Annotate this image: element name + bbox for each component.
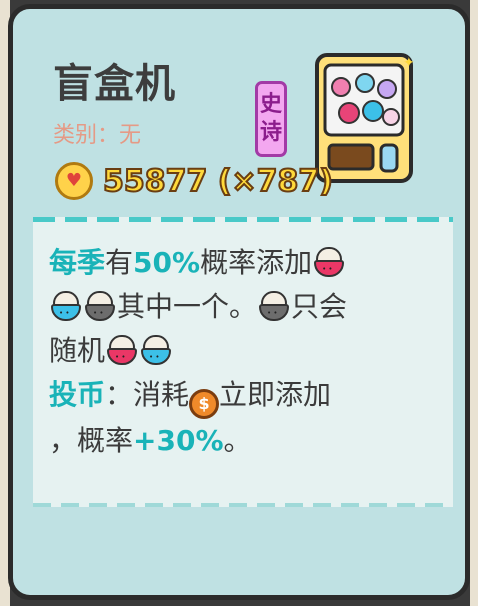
item-card: 盲盒机 类别：无 史 诗 ✦ ♥ 55877 (×787) 每季有50%概率添加… (8, 4, 470, 600)
desc-text: ：消耗 (105, 378, 190, 411)
dollar-coin-icon: $ (189, 389, 220, 419)
bowl-icon: • • (84, 290, 116, 322)
bowl-icon: • • (50, 290, 82, 322)
desc-text: 。 (223, 424, 252, 457)
keyword-bonus-percent: +30% (133, 424, 224, 457)
keyword-percent: 50% (133, 246, 201, 279)
dashed-divider-bottom (33, 503, 453, 507)
description-text: 每季有50%概率添加 • • • • • • 其中一个。 • • 只会 随机 • • • • … (49, 241, 441, 463)
bowl-icon: • • (313, 246, 345, 278)
desc-text: ，概率 (49, 424, 134, 457)
item-price: 55877 (×787) (102, 163, 334, 200)
svg-text:✦: ✦ (403, 55, 415, 71)
bowl-icon: • • (106, 334, 138, 366)
rarity-char-1: 史 (259, 92, 282, 117)
keyword-coin-insert: 投币 (49, 378, 106, 411)
desc-text: 概率添加 (200, 246, 313, 279)
desc-text: 只会 (291, 290, 348, 323)
rarity-badge: 史 诗 (255, 81, 287, 157)
gold-heart-coin-icon: ♥ (55, 162, 93, 200)
description-box: 每季有50%概率添加 • • • • • • 其中一个。 • • 只会 随机 • • • • … (33, 217, 453, 507)
price-row: ♥ 55877 (×787) (55, 159, 334, 203)
background-edge-right (470, 0, 478, 606)
dashed-divider-top (33, 217, 453, 222)
desc-text: 立即添加 (219, 378, 332, 411)
item-title: 盲盒机 (53, 61, 176, 107)
desc-text: 其中一个。 (117, 290, 258, 323)
bowl-icon: • • (140, 334, 172, 366)
keyword-season: 每季 (49, 246, 106, 279)
desc-text: 随机 (49, 334, 106, 367)
rarity-char-2: 诗 (259, 120, 282, 145)
desc-text: 有 (105, 246, 134, 279)
bowl-icon: • • (258, 290, 290, 322)
item-category: 类别：无 (53, 123, 142, 148)
